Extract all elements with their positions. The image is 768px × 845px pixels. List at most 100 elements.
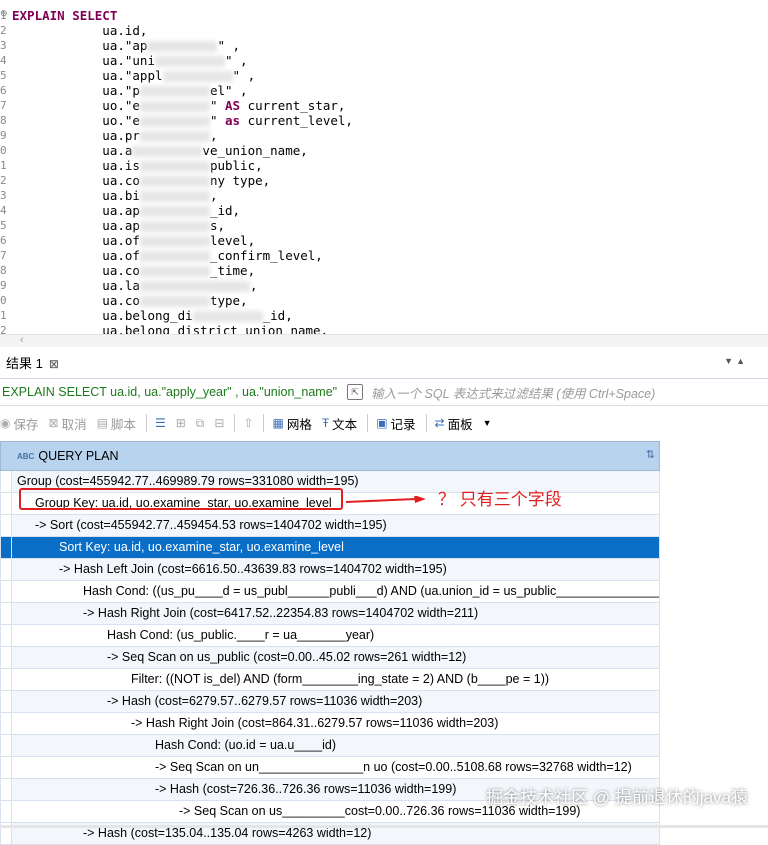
row-header[interactable] — [1, 537, 12, 558]
redacted-text — [132, 146, 203, 157]
query-text: EXPLAIN SELECT ua.id, ua."apply_year" , … — [2, 385, 338, 399]
code-line[interactable]: uo."e " as current_level, — [12, 113, 353, 128]
redacted-text — [139, 296, 210, 307]
plan-cell: -> Seq Scan on us_public (cost=0.00..45.… — [107, 650, 467, 664]
sql-text: ve_union_name, — [202, 143, 308, 158]
row-header[interactable] — [1, 691, 12, 712]
line-number: 4 — [0, 54, 7, 67]
export-button[interactable]: ⇧ — [243, 416, 253, 430]
row-header[interactable] — [1, 669, 12, 690]
code-line[interactable]: ua.co _time, — [12, 263, 353, 278]
line-number: 3 — [0, 189, 7, 202]
row-header[interactable] — [1, 779, 12, 800]
code-line[interactable]: ua.pr, — [12, 128, 353, 143]
code-line[interactable]: ua.of _confirm_level, — [12, 248, 353, 263]
row-header[interactable] — [1, 559, 12, 580]
table-row[interactable]: Filter: ((NOT is_del) AND (form________i… — [0, 669, 660, 691]
code-line[interactable]: ua."ap " , — [12, 38, 353, 53]
filter-expand-icon[interactable]: ⇱ — [347, 384, 364, 400]
close-icon[interactable]: ⊠ — [49, 350, 59, 378]
redacted-text — [192, 311, 263, 322]
code-line[interactable]: ua.co type, — [12, 293, 353, 308]
toolbar-divider — [425, 414, 427, 432]
code-line[interactable]: ua.is public, — [12, 158, 353, 173]
row-header[interactable] — [1, 603, 12, 624]
row-header[interactable] — [1, 713, 12, 734]
code-line[interactable]: ua.bi, — [12, 188, 353, 203]
editor-horizontal-scrollbar[interactable]: ‹ — [0, 334, 768, 347]
script-button[interactable]: ▤ 脚本 — [97, 414, 136, 433]
code-line[interactable]: ua.of level, — [12, 233, 353, 248]
cancel-button[interactable]: ⊠ 取消 — [49, 414, 87, 433]
row-header[interactable] — [1, 757, 12, 778]
code-line[interactable]: ua."appl " , — [12, 68, 353, 83]
save-button[interactable]: ◉ 保存 — [0, 414, 39, 433]
table-row[interactable]: -> Seq Scan on us_public (cost=0.00..45.… — [0, 647, 660, 669]
delete-row-button[interactable]: ⊟ — [214, 416, 224, 430]
code-line[interactable]: ua."p el" , — [12, 83, 353, 98]
code-line[interactable]: ua.ap s, — [12, 218, 353, 233]
code-line[interactable]: EXPLAIN SELECT — [12, 8, 353, 23]
code-line[interactable]: ua.la, — [12, 278, 353, 293]
delete-row-icon: ⊟ — [214, 416, 225, 430]
edit-row-button[interactable]: ☰ — [155, 416, 166, 430]
scroll-left-icon[interactable]: ‹ — [20, 334, 24, 346]
sql-text: _confirm_level, — [209, 248, 323, 263]
panel-button[interactable]: ⇄ 面板 — [435, 414, 473, 433]
column-header-label: QUERY PLAN — [38, 449, 119, 463]
sql-text: _id, — [209, 203, 241, 218]
code-line[interactable]: ua.belong_di _id, — [12, 308, 353, 323]
sql-text: ua.bi — [12, 188, 140, 203]
table-row[interactable]: Hash Cond: (us_public.____r = ua_______y… — [0, 625, 660, 647]
line-number-gutter: 1234567890123456789012 — [0, 8, 8, 336]
view-menu-icon[interactable]: ▼▲ — [724, 356, 748, 366]
sql-text: " — [209, 113, 225, 128]
panel-dropdown[interactable]: ▼ — [483, 418, 492, 428]
sql-code[interactable]: EXPLAIN SELECT ua.id, ua."ap " , ua."uni "… — [12, 8, 353, 336]
row-header[interactable] — [1, 647, 12, 668]
table-row[interactable]: -> Hash Right Join (cost=864.31..6279.57… — [0, 713, 660, 735]
code-line[interactable]: uo."e " AS current_star, — [12, 98, 353, 113]
sql-editor[interactable]: ⊖ 1234567890123456789012 EXPLAIN SELECT … — [0, 0, 768, 336]
filter-input[interactable]: 输入一个 SQL 表达式来过滤结果 (使用 Ctrl+Space) — [371, 383, 655, 402]
toolbar-divider — [263, 414, 265, 432]
code-line[interactable]: ua.co ny type, — [12, 173, 353, 188]
row-header[interactable] — [1, 515, 12, 536]
table-row[interactable]: -> Hash (cost=6279.57..6279.57 rows=1103… — [0, 691, 660, 713]
table-row[interactable]: Sort Key: ua.id, uo.examine_star, uo.exa… — [0, 537, 660, 559]
line-number: 9 — [0, 279, 7, 292]
column-header[interactable]: ABC QUERY PLAN ⇅ — [0, 441, 660, 471]
code-line[interactable]: ua.a ve_union_name, — [12, 143, 353, 158]
code-line[interactable]: ua."uni " , — [12, 53, 353, 68]
row-header[interactable] — [1, 625, 12, 646]
table-row[interactable]: -> Hash Right Join (cost=6417.52..22354.… — [0, 603, 660, 625]
grid-view-button[interactable]: ▦ 网格 — [272, 414, 311, 433]
row-header[interactable] — [1, 735, 12, 756]
table-row[interactable]: -> Seq Scan on un_______________n uo (co… — [0, 757, 660, 779]
table-row[interactable]: -> Sort (cost=455942.77..459454.53 rows=… — [0, 515, 660, 537]
text-icon: Ŧ — [321, 416, 330, 430]
tab-results-1[interactable]: 结果 1 ⊠ — [0, 350, 65, 378]
copy-row-button[interactable]: ⧉ — [196, 416, 205, 431]
redacted-text — [139, 251, 210, 262]
record-view-button[interactable]: ▣ 记录 — [376, 414, 415, 433]
edit-row-icon: ☰ — [154, 416, 166, 430]
add-row-button[interactable]: ⊞ — [176, 416, 186, 430]
row-header[interactable] — [1, 493, 12, 514]
sql-text: type, — [209, 293, 248, 308]
table-row[interactable]: Hash Cond: (uo.id = ua.u____id) — [0, 735, 660, 757]
row-header[interactable] — [1, 801, 12, 822]
row-header[interactable] — [1, 471, 12, 492]
plan-cell: Hash Cond: (us_public.____r = ua_______y… — [107, 628, 375, 642]
sql-text: " — [209, 98, 225, 113]
text-view-button[interactable]: Ŧ 文本 — [322, 414, 357, 433]
filter-sort-icon[interactable]: ⇅ — [646, 448, 655, 461]
table-row[interactable]: -> Hash Left Join (cost=6616.50..43639.8… — [0, 559, 660, 581]
table-row[interactable]: Hash Cond: ((us_pu____d = us_publ______p… — [0, 581, 660, 603]
code-line[interactable]: ua.id, — [12, 23, 353, 38]
code-line[interactable]: ua.ap _id, — [12, 203, 353, 218]
sql-text: ny type, — [209, 173, 271, 188]
record-icon: ▣ — [376, 416, 388, 430]
sql-text: uo."e — [12, 113, 140, 128]
row-header[interactable] — [1, 581, 12, 602]
